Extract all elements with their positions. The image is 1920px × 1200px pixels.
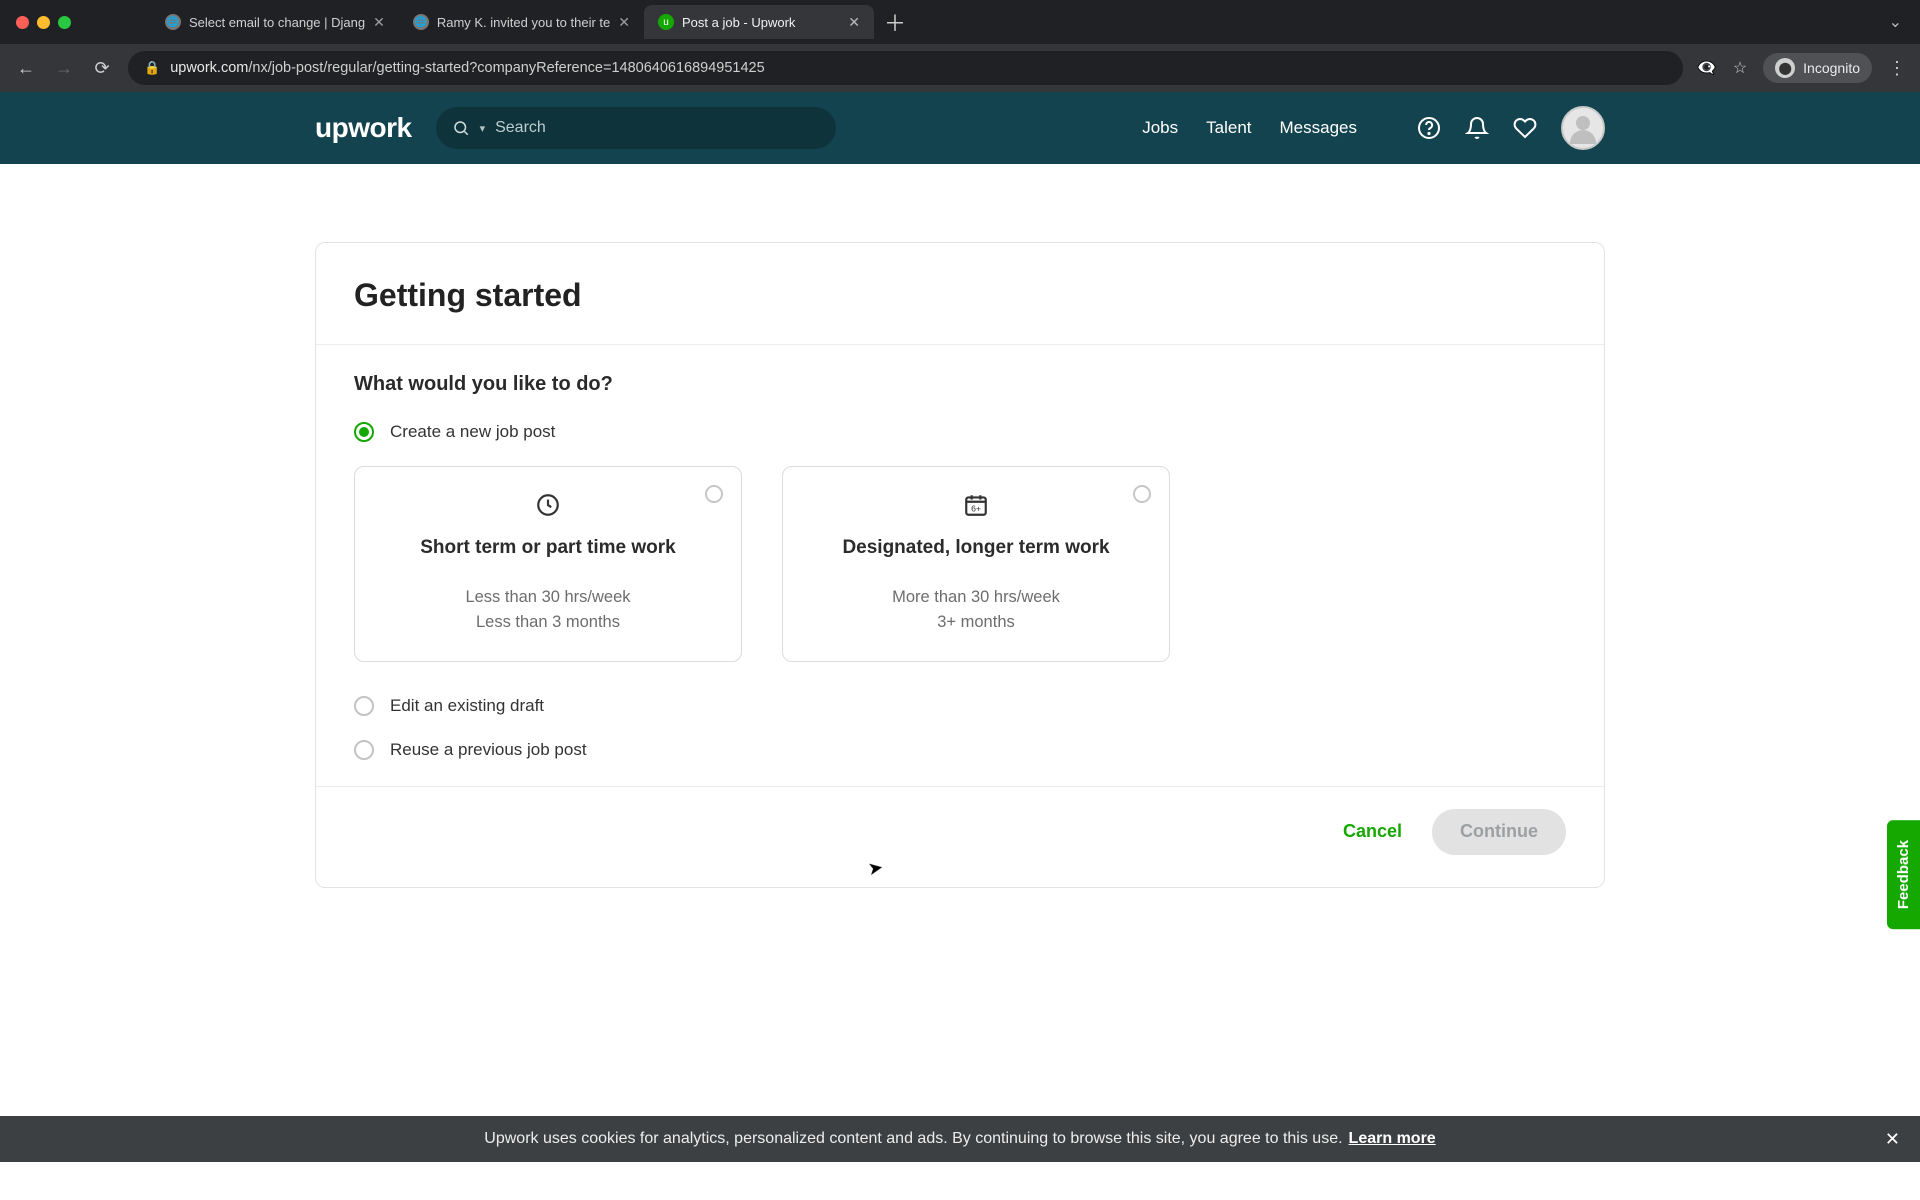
option-label: Edit an existing draft — [390, 696, 544, 716]
feedback-tab[interactable]: Feedback — [1887, 820, 1920, 929]
incognito-icon: ⬤ — [1775, 58, 1795, 78]
upwork-favicon-icon: u — [658, 14, 674, 30]
page-body: Getting started What would you like to d… — [0, 164, 1920, 888]
card-title: Short term or part time work — [377, 537, 719, 559]
browser-tab[interactable]: 🌐 Ramy K. invited you to their te ✕ — [399, 5, 644, 39]
nav-jobs[interactable]: Jobs — [1142, 118, 1178, 138]
bookmark-star-icon[interactable]: ☆ — [1733, 58, 1747, 78]
tab-title: Post a job - Upwork — [682, 15, 840, 30]
card-title: Designated, longer term work — [805, 537, 1147, 559]
card-detail: Less than 3 months — [377, 610, 719, 635]
search-scope-caret-icon[interactable]: ▾ — [480, 122, 486, 135]
nav-messages[interactable]: Messages — [1280, 118, 1357, 138]
address-bar-row: ← → ⟳ 🔒 upwork.com/nx/job-post/regular/g… — [0, 44, 1920, 92]
card-detail: 3+ months — [805, 610, 1147, 635]
option-label: Reuse a previous job post — [390, 740, 587, 760]
incognito-badge[interactable]: ⬤ Incognito — [1763, 53, 1872, 83]
cookie-text: Upwork uses cookies for analytics, perso… — [484, 1130, 1342, 1148]
tab-close-icon[interactable]: ✕ — [618, 14, 630, 31]
clock-icon — [377, 491, 719, 519]
tab-title: Select email to change | Djang — [189, 15, 365, 30]
notifications-bell-icon[interactable] — [1465, 116, 1489, 140]
address-bar[interactable]: 🔒 upwork.com/nx/job-post/regular/getting… — [128, 51, 1683, 85]
card-footer: Cancel Continue — [316, 786, 1604, 887]
radio-unselected-icon — [354, 696, 374, 716]
search-placeholder: Search — [495, 119, 546, 137]
new-tab-button[interactable]: ＋ — [884, 6, 906, 38]
tab-close-icon[interactable]: ✕ — [848, 14, 860, 31]
radio-unselected-icon — [705, 485, 723, 503]
option-reuse-post[interactable]: Reuse a previous job post — [354, 740, 1566, 760]
card-detail: More than 30 hrs/week — [805, 585, 1147, 610]
site-header: upwork ▾ Search Jobs Talent Messages — [0, 92, 1920, 164]
card-long-term[interactable]: 6+ Designated, longer term work More tha… — [782, 466, 1170, 662]
nav-back-button[interactable]: ← — [14, 58, 38, 79]
help-icon[interactable] — [1417, 116, 1441, 140]
window-minimize-button[interactable] — [37, 16, 50, 29]
card-header: Getting started — [316, 243, 1604, 345]
browser-tab-active[interactable]: u Post a job - Upwork ✕ — [644, 5, 874, 39]
tab-overflow-icon[interactable]: ⌄ — [1889, 12, 1902, 32]
tab-close-icon[interactable]: ✕ — [373, 14, 385, 31]
cookie-learn-more-link[interactable]: Learn more — [1349, 1130, 1436, 1148]
continue-button[interactable]: Continue — [1432, 809, 1566, 855]
nav-forward-button[interactable]: → — [52, 58, 76, 79]
option-edit-draft[interactable]: Edit an existing draft — [354, 696, 1566, 716]
radio-selected-icon — [354, 422, 374, 442]
globe-icon: 🌐 — [413, 14, 429, 30]
tab-strip: 🌐 Select email to change | Djang ✕ 🌐 Ram… — [0, 0, 1920, 44]
cancel-button[interactable]: Cancel — [1343, 821, 1402, 842]
favorites-heart-icon[interactable] — [1513, 116, 1537, 140]
card-short-term[interactable]: Short term or part time work Less than 3… — [354, 466, 742, 662]
radio-unselected-icon — [1133, 485, 1151, 503]
term-cards: Short term or part time work Less than 3… — [354, 466, 1566, 662]
globe-icon: 🌐 — [165, 14, 181, 30]
toolbar-right: 👁‍🗨 ☆ ⬤ Incognito ⋮ — [1697, 53, 1906, 83]
url-text: upwork.com/nx/job-post/regular/getting-s… — [170, 60, 765, 76]
option-label: Create a new job post — [390, 422, 555, 442]
svg-text:6+: 6+ — [971, 504, 981, 514]
window-maximize-button[interactable] — [58, 16, 71, 29]
cookie-banner: Upwork uses cookies for analytics, perso… — [0, 1116, 1920, 1162]
browser-chrome: 🌐 Select email to change | Djang ✕ 🌐 Ram… — [0, 0, 1920, 92]
nav-talent[interactable]: Talent — [1206, 118, 1251, 138]
nav-reload-button[interactable]: ⟳ — [90, 58, 114, 79]
calendar-icon: 6+ — [805, 491, 1147, 519]
upwork-logo[interactable]: upwork — [315, 112, 412, 144]
browser-menu-icon[interactable]: ⋮ — [1888, 58, 1906, 79]
window-close-button[interactable] — [16, 16, 29, 29]
radio-unselected-icon — [354, 740, 374, 760]
tab-title: Ramy K. invited you to their te — [437, 15, 610, 30]
search-box[interactable]: ▾ Search — [436, 107, 836, 149]
window-controls — [16, 16, 71, 29]
browser-tab[interactable]: 🌐 Select email to change | Djang ✕ — [151, 5, 399, 39]
prompt-text: What would you like to do? — [354, 373, 1566, 396]
search-icon — [452, 119, 470, 137]
card-detail: Less than 30 hrs/week — [377, 585, 719, 610]
eye-off-icon[interactable]: 👁‍🗨 — [1697, 58, 1717, 78]
page-title: Getting started — [354, 277, 1566, 314]
option-create-new-job[interactable]: Create a new job post — [354, 422, 1566, 442]
getting-started-card: Getting started What would you like to d… — [315, 242, 1605, 888]
user-avatar[interactable] — [1561, 106, 1605, 150]
cookie-close-icon[interactable]: ✕ — [1885, 1129, 1900, 1150]
lock-icon: 🔒 — [144, 60, 160, 76]
primary-nav: Jobs Talent Messages — [1142, 106, 1605, 150]
